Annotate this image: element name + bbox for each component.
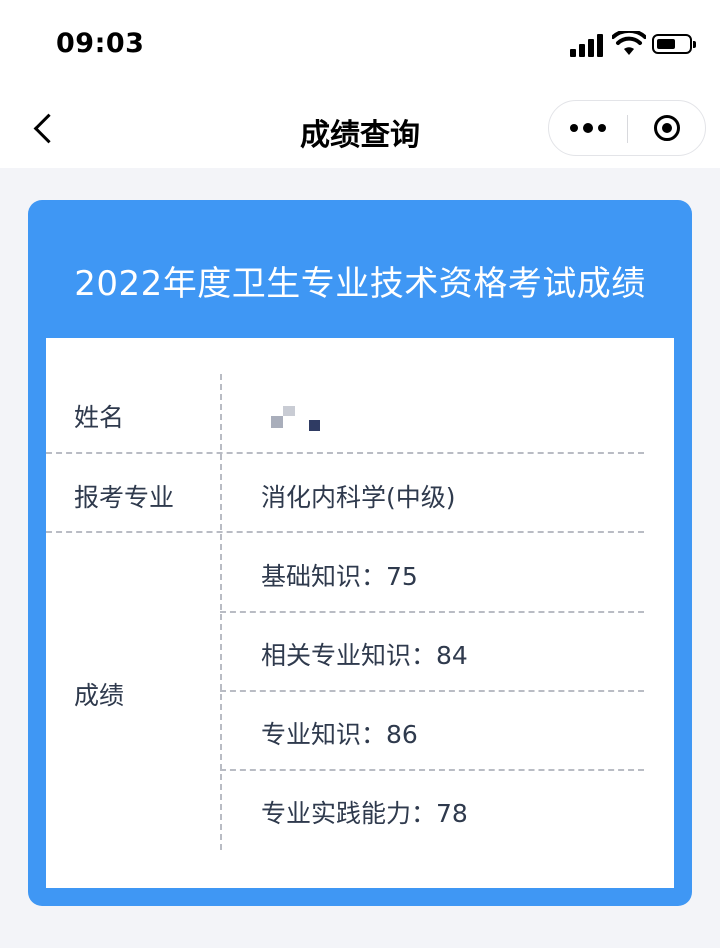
score-label: 成绩 (74, 681, 125, 710)
name-label: 姓名 (74, 403, 125, 432)
battery-icon (652, 34, 696, 54)
score-divider (220, 769, 644, 771)
score-divider (220, 611, 644, 613)
score-divider (220, 690, 644, 692)
cellular-signal-icon (570, 33, 606, 57)
mini-program-capsule (548, 100, 706, 156)
status-bar: 09:03 (0, 0, 720, 90)
row-divider (46, 531, 644, 533)
major-label: 报考专业 (74, 483, 175, 512)
score-practice: 专业实践能力：78 (261, 799, 468, 828)
target-icon (654, 115, 680, 141)
dot-icon (598, 124, 606, 132)
score-card: 2022年度卫生专业技术资格考试成绩 姓名 报考专业 消化内科学(中级) 成绩 … (28, 200, 692, 906)
row-divider (46, 452, 644, 454)
major-value: 消化内科学(中级) (261, 483, 456, 512)
more-button[interactable] (549, 101, 627, 155)
close-mini-program-button[interactable] (628, 101, 706, 155)
dot-icon (570, 124, 578, 132)
score-basic: 基础知识：75 (261, 562, 418, 591)
nav-bar: 成绩查询 (0, 90, 720, 168)
card-title: 2022年度卫生专业技术资格考试成绩 (74, 264, 646, 304)
dot-icon (583, 123, 593, 133)
name-value-redacted (271, 406, 331, 436)
status-time: 09:03 (56, 28, 145, 59)
score-related: 相关专业知识：84 (261, 641, 468, 670)
score-table: 姓名 报考专业 消化内科学(中级) 成绩 基础知识：75 相关专业知识：84 专… (46, 338, 674, 888)
wifi-icon (612, 31, 646, 55)
score-professional: 专业知识：86 (261, 720, 418, 749)
